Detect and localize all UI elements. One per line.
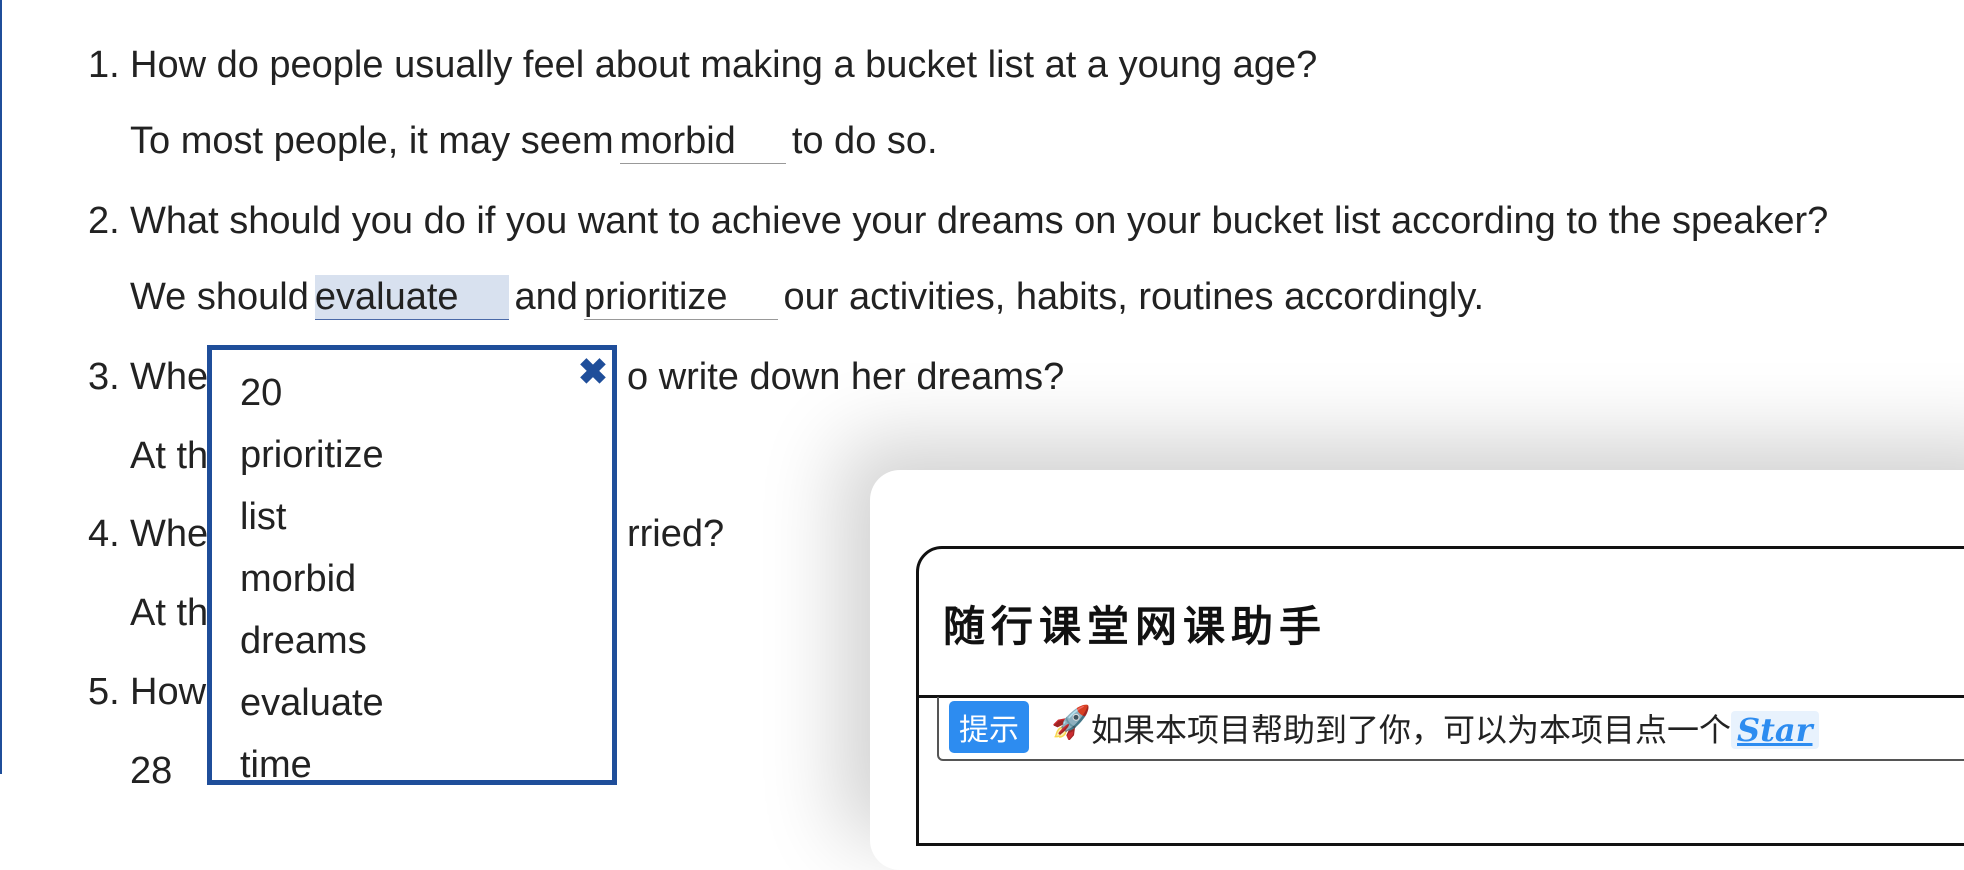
answer-1: To most people, it may seem morbid to do s… [130,118,938,164]
question-number: 5. [88,671,120,713]
answer-text-after: to do so. [791,120,938,162]
answer-text-start: 28 [130,750,173,792]
tip-row: 提示 🚀 如果本项目帮助到了你，可以为本项目点一个 Star [937,697,1964,761]
word-option[interactable]: time [240,742,312,788]
close-icon[interactable]: ✖ [578,354,608,390]
answer-blank[interactable]: prioritize [583,275,778,320]
question-text-end: rried? [627,513,725,555]
question-number: 3. [88,356,120,398]
word-option[interactable]: prioritize [240,432,384,478]
helper-title[interactable]: 随行课堂网课助手 [943,593,1327,654]
tip-badge: 提示 [949,701,1029,753]
word-option[interactable]: evaluate [240,680,384,726]
question-text: What should you do if you want to achiev… [130,200,1829,242]
word-choice-popup: ✖ 20 prioritize list morbid dreams evalu… [207,345,617,788]
answer-blank-active[interactable]: evaluate [314,275,509,320]
answer-text-after: our activities, habits, routines accordi… [783,276,1485,318]
word-option[interactable]: morbid [240,556,356,602]
question-text-start: Whe [130,513,209,555]
helper-panel: 随行课堂网课助手 提示 🚀 如果本项目帮助到了你，可以为本项目点一个 Star [916,546,1964,846]
tip-message: 如果本项目帮助到了你，可以为本项目点一个 [1091,711,1732,749]
answer-text-before: To most people, it may seem [130,120,614,162]
question-text-end: o write down her dreams? [627,356,1065,398]
question-number: 4. [88,513,120,555]
answer-text-start: At th [130,435,209,477]
word-option[interactable]: list [240,494,286,540]
question-number: 1. [88,44,120,86]
star-link[interactable]: Star [1731,711,1819,749]
rocket-icon: 🚀 [1051,704,1091,740]
question-text: How do people usually feel about making … [130,44,1318,86]
word-option[interactable]: dreams [240,618,367,664]
answer-text-before: We should [130,276,309,318]
answer-3: At th [130,433,208,479]
question-number: 2. [88,200,120,242]
word-option[interactable]: 20 [240,370,282,416]
tip-text: 如果本项目帮助到了你，可以为本项目点一个 Star [1091,705,1819,751]
answer-2: We should evaluate and prioritize our activi… [130,274,1484,320]
answer-text-middle: and [514,276,578,318]
answer-5: 28 [130,748,172,794]
answer-4: At th [130,590,208,636]
question-text-start: How [130,671,207,713]
question-text-start: Whe [130,356,209,398]
answer-blank[interactable]: morbid [619,119,786,164]
answer-text-start: At th [130,592,209,634]
